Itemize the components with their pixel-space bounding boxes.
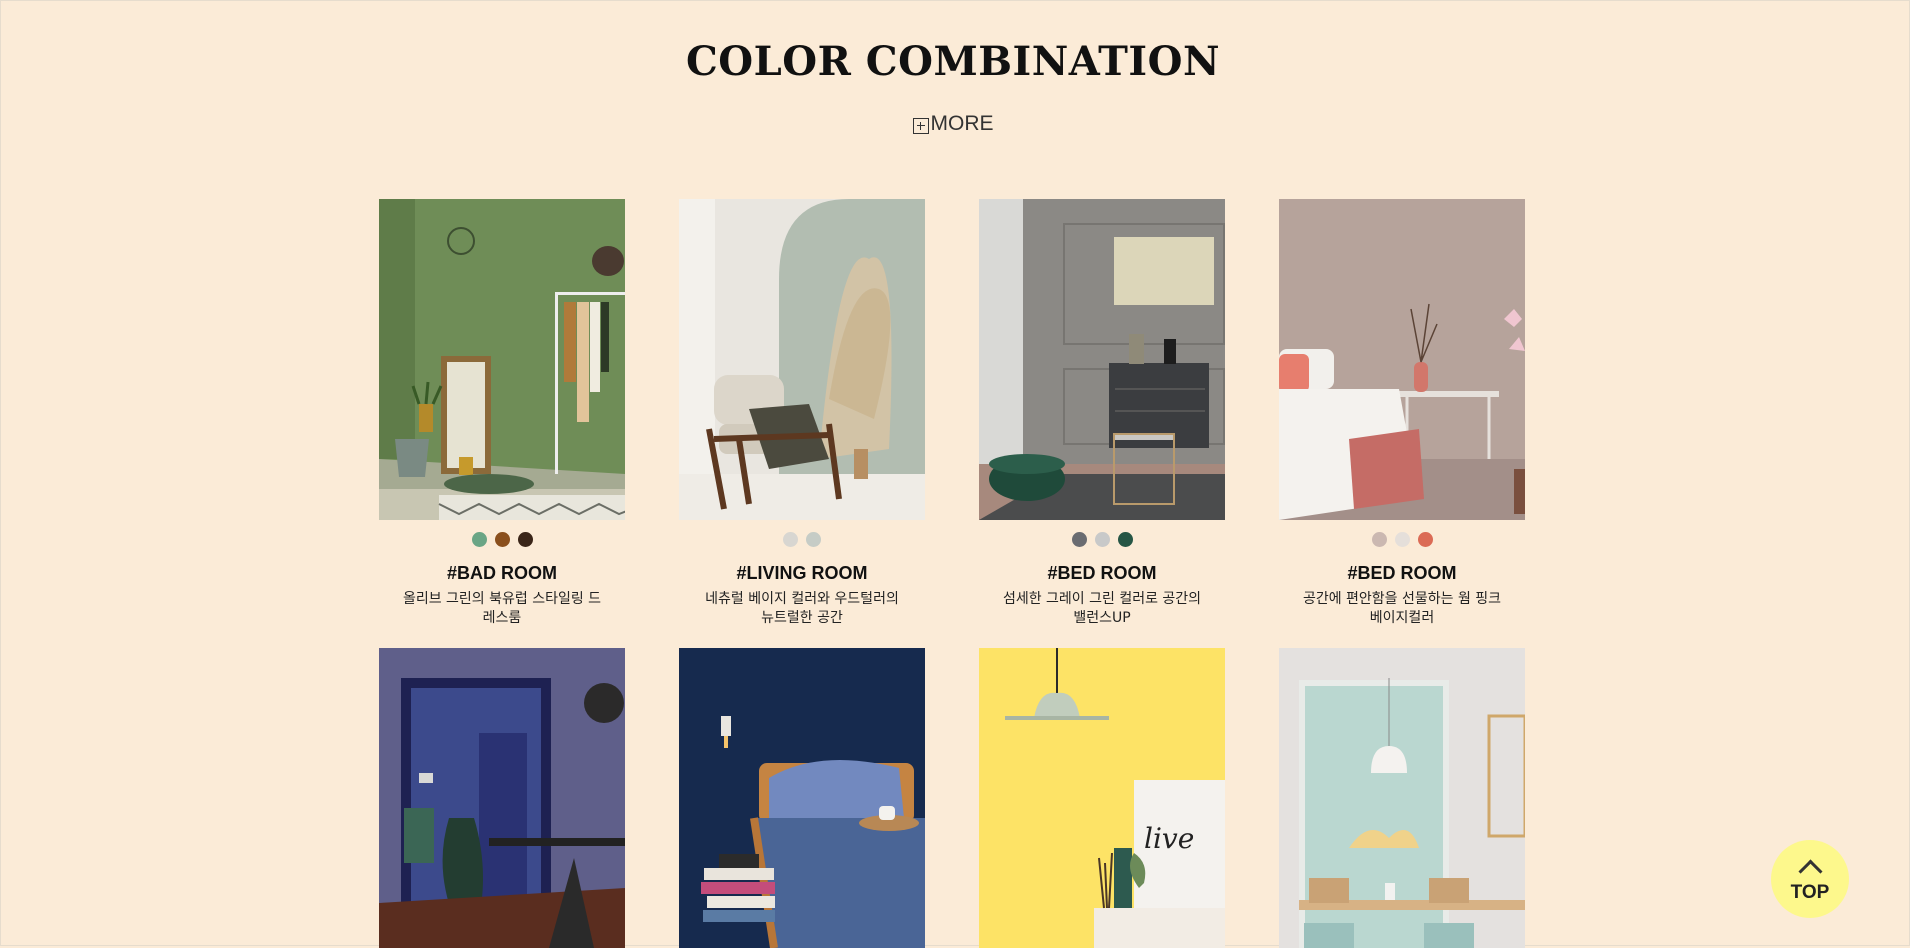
card-photo[interactable] xyxy=(979,199,1225,520)
chevron-up-icon xyxy=(1797,858,1823,884)
color-swatch xyxy=(471,532,487,547)
card-photo[interactable] xyxy=(379,648,625,948)
color-swatches xyxy=(679,532,925,548)
card-title: #BAD ROOM xyxy=(446,563,557,583)
color-swatch xyxy=(517,532,533,547)
card-mint-dining[interactable] xyxy=(1279,648,1525,948)
color-swatch xyxy=(1371,532,1387,547)
card-photo[interactable] xyxy=(379,199,625,520)
color-swatch xyxy=(806,532,821,547)
color-swatch xyxy=(1394,532,1410,547)
color-swatch xyxy=(783,532,798,547)
color-swatch xyxy=(1417,532,1433,547)
color-swatches xyxy=(979,532,1225,548)
color-swatch xyxy=(1094,532,1110,547)
card-photo[interactable] xyxy=(1279,648,1525,948)
plus-box-icon xyxy=(912,117,929,134)
card-description: 섬세한 그레이 그린 컬러로 공간의 밸런스UP xyxy=(1002,591,1202,626)
card-description: 네츄럴 베이지 컬러와 우드털러의 뉴트럴한 공간 xyxy=(705,591,899,626)
card-photo[interactable] xyxy=(1279,199,1525,520)
card-bed-room-pink[interactable]: #BED ROOM 공간에 편안함을 선물하는 웜 핑크 베이지컬러 xyxy=(1279,199,1525,628)
more-label: MORE xyxy=(930,112,994,135)
card-photo[interactable]: live xyxy=(979,648,1225,948)
card-navy-dining[interactable] xyxy=(379,648,625,948)
card-bad-room[interactable]: #BAD ROOM 올리브 그린의 북유럽 스타일링 드레스룸 xyxy=(379,199,625,628)
card-photo[interactable] xyxy=(679,199,925,520)
card-bed-room-grey[interactable]: #BED ROOM 섬세한 그레이 그린 컬러로 공간의 밸런스UP xyxy=(979,199,1225,628)
color-swatch xyxy=(1071,532,1087,547)
page-border xyxy=(0,0,1910,946)
card-yellow-wall[interactable]: live xyxy=(979,648,1225,948)
page-title: COLOR COMBINATION xyxy=(685,38,1221,85)
card-title: #LIVING ROOM xyxy=(736,563,868,583)
card-title: #BED ROOM xyxy=(1047,563,1157,583)
color-swatches xyxy=(1279,532,1525,548)
svg-text:live: live xyxy=(1144,822,1194,855)
color-swatch xyxy=(494,532,510,547)
card-navy-bedroom[interactable] xyxy=(679,648,925,948)
card-living-room[interactable]: #LIVING ROOM 네츄럴 베이지 컬러와 우드털러의 뉴트럴한 공간 xyxy=(679,199,925,628)
scroll-top-label: TOP xyxy=(1790,881,1830,903)
scroll-top-button[interactable]: TOP xyxy=(1771,840,1849,918)
card-photo[interactable] xyxy=(679,648,925,948)
card-description: 공간에 편안함을 선물하는 웜 핑크 베이지컬러 xyxy=(1302,591,1502,626)
color-swatch xyxy=(1117,532,1133,547)
card-description: 올리브 그린의 북유럽 스타일링 드레스룸 xyxy=(402,591,602,626)
color-swatches xyxy=(379,532,625,548)
more-button[interactable]: MORE xyxy=(0,112,1906,136)
card-title: #BED ROOM xyxy=(1347,563,1457,583)
